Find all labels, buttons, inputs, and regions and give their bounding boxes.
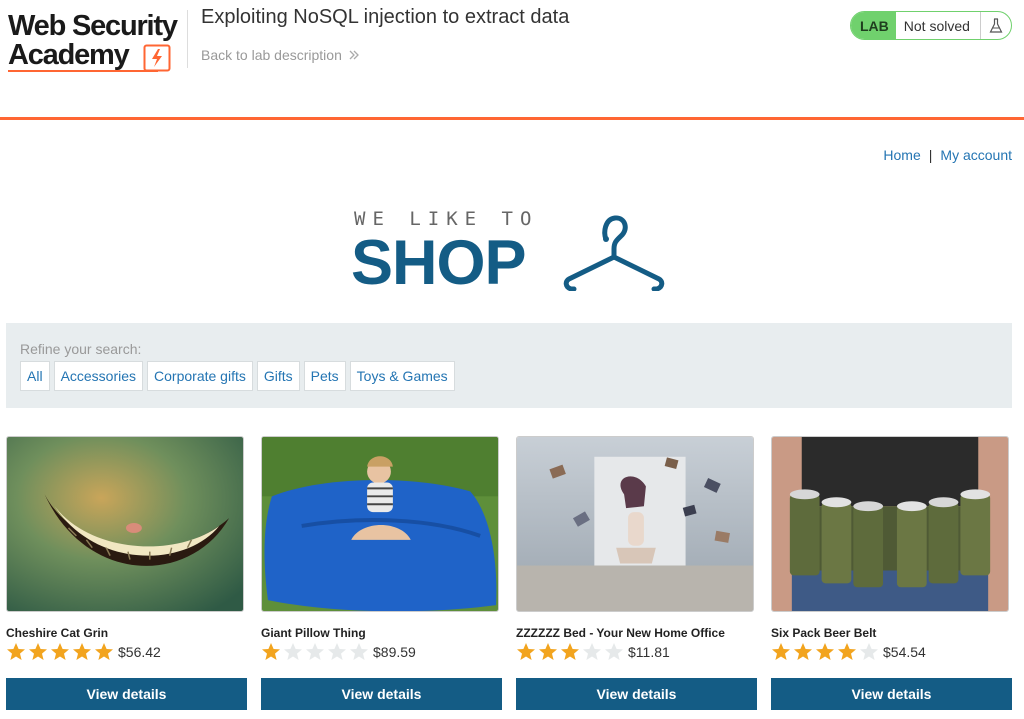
star-filled-icon <box>561 643 579 660</box>
nav-home-link[interactable]: Home <box>883 147 920 163</box>
header-divider <box>187 10 188 68</box>
product-name: ZZZZZZ Bed - Your New Home Office <box>516 626 725 640</box>
lab-title: Exploiting NoSQL injection to extract da… <box>201 6 570 28</box>
filter-gifts[interactable]: Gifts <box>256 361 300 391</box>
cheshire-grin-image[interactable] <box>6 436 244 612</box>
filter-list: All Accessories Corporate gifts Gifts Pe… <box>20 361 455 391</box>
view-details-button[interactable]: View details <box>516 678 757 710</box>
filter-all[interactable]: All <box>20 361 50 391</box>
star-empty-icon <box>328 643 346 660</box>
star-empty-icon <box>350 643 368 660</box>
product-card: ZZZZZZ Bed - Your New Home Office $11.81… <box>516 436 757 716</box>
logo-bolt-icon <box>143 44 171 72</box>
shop-word: SHOP <box>351 228 527 298</box>
star-empty-icon <box>284 643 302 660</box>
view-details-button[interactable]: View details <box>261 678 502 710</box>
star-filled-icon <box>517 643 535 660</box>
academy-header: Web Security Academy Exploiting NoSQL in… <box>0 0 1024 120</box>
star-filled-icon <box>838 643 856 660</box>
web-security-academy-logo[interactable]: Web Security Academy <box>8 10 184 74</box>
star-filled-icon <box>29 643 47 660</box>
back-to-lab-description-link[interactable]: Back to lab description <box>201 47 360 63</box>
product-rating: $11.81 <box>516 642 670 662</box>
product-card: Six Pack Beer Belt $54.54 View details <box>771 436 1012 716</box>
filter-label: Refine your search: <box>20 341 142 357</box>
double-chevron-right-icon <box>349 50 359 60</box>
filter-corporate-gifts[interactable]: Corporate gifts <box>147 361 253 391</box>
top-navigation: Home | My account <box>883 147 1012 163</box>
product-price: $56.42 <box>118 644 161 660</box>
star-filled-icon <box>73 643 91 660</box>
product-rating: $56.42 <box>6 642 161 662</box>
search-filter-panel: Refine your search: All Accessories Corp… <box>6 323 1012 408</box>
nav-separator: | <box>928 147 933 163</box>
flying-books-bed-image[interactable] <box>516 436 754 612</box>
product-name: Giant Pillow Thing <box>261 626 366 640</box>
product-rating: $89.59 <box>261 642 416 662</box>
star-empty-icon <box>306 643 324 660</box>
blue-beanbag-image[interactable] <box>261 436 499 612</box>
logo-line2: Academy <box>8 39 130 71</box>
star-filled-icon <box>7 643 25 660</box>
view-details-button[interactable]: View details <box>771 678 1012 710</box>
product-grid: Cheshire Cat Grin $56.42 View details Gi… <box>6 436 1018 716</box>
star-filled-icon <box>539 643 557 660</box>
star-filled-icon <box>51 643 69 660</box>
back-link-label: Back to lab description <box>201 47 342 63</box>
lab-status-text: Not solved <box>896 12 981 39</box>
product-price: $11.81 <box>628 644 670 660</box>
star-filled-icon <box>95 643 113 660</box>
lab-status-widget: LAB Not solved <box>850 11 1012 40</box>
logo-underline <box>8 70 158 72</box>
nav-my-account-link[interactable]: My account <box>940 147 1012 163</box>
header-orange-rule <box>0 117 1024 120</box>
product-price: $89.59 <box>373 644 416 660</box>
product-card: Cheshire Cat Grin $56.42 View details <box>6 436 247 716</box>
star-filled-icon <box>772 643 790 660</box>
star-filled-icon <box>262 643 280 660</box>
product-name: Six Pack Beer Belt <box>771 626 877 640</box>
shop-logo: WE LIKE TO SHOP <box>351 205 674 300</box>
star-empty-icon <box>583 643 601 660</box>
product-price: $54.54 <box>883 644 926 660</box>
filter-toys-games[interactable]: Toys & Games <box>349 361 455 391</box>
product-name: Cheshire Cat Grin <box>6 626 109 640</box>
product-card: Giant Pillow Thing $89.59 View details <box>261 436 502 716</box>
flask-icon <box>981 12 1011 39</box>
coat-hanger-icon <box>563 215 665 291</box>
beer-belt-image[interactable] <box>771 436 1009 612</box>
star-empty-icon <box>860 643 878 660</box>
star-empty-icon <box>605 643 623 660</box>
logo-line1: Web Security <box>8 10 178 42</box>
product-rating: $54.54 <box>771 642 926 662</box>
lab-badge: LAB <box>851 12 896 39</box>
star-filled-icon <box>816 643 834 660</box>
filter-accessories[interactable]: Accessories <box>53 361 144 391</box>
star-filled-icon <box>794 643 812 660</box>
filter-pets[interactable]: Pets <box>303 361 346 391</box>
view-details-button[interactable]: View details <box>6 678 247 710</box>
